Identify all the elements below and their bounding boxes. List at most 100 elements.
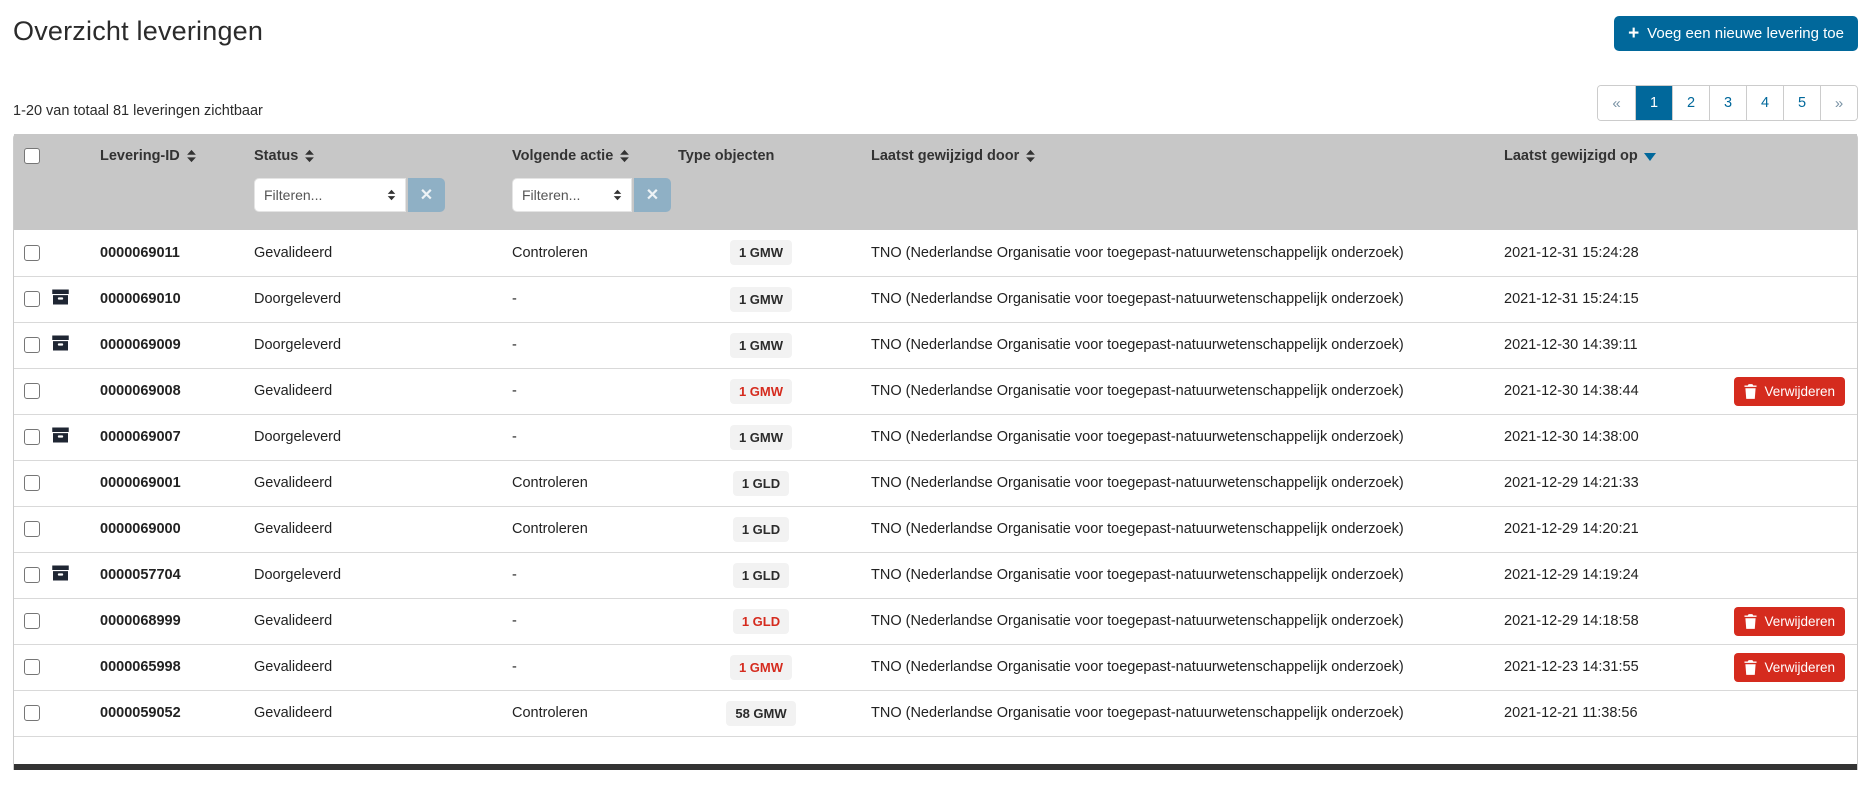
status-cell: Doorgeleverd [244, 414, 502, 460]
column-header-laatst-gewijzigd-door[interactable]: Laatst gewijzigd door [871, 148, 1036, 164]
type-objecten-badge: 58 GMW [726, 701, 795, 726]
status-cell: Gevalideerd [244, 230, 502, 276]
laatst-gewijzigd-op-cell: 2021-12-31 15:24:15 [1494, 276, 1712, 322]
pagination-page-3[interactable]: 3 [1709, 86, 1746, 120]
type-objecten-badge: 1 GLD [733, 471, 789, 496]
table-row: 0000068999 Gevalideerd - 1 GLD TNO (Nede… [14, 598, 1857, 644]
volgende-actie-cell: - [502, 644, 666, 690]
delete-button[interactable]: Verwijderen [1734, 377, 1845, 406]
pagination-page-4[interactable]: 4 [1746, 86, 1783, 120]
delete-button[interactable]: Verwijderen [1734, 607, 1845, 636]
trash-icon [1744, 614, 1757, 629]
partial-row [14, 737, 1857, 764]
type-objecten-badge: 1 GMW [730, 379, 792, 404]
status-cell: Gevalideerd [244, 690, 502, 736]
table-bottom-bar [14, 764, 1857, 770]
type-objecten-badge: 1 GMW [730, 240, 792, 265]
sort-icon [304, 149, 315, 163]
delete-button-label: Verwijderen [1764, 384, 1835, 399]
chevron-up-down-icon [613, 189, 622, 201]
plus-icon: + [1628, 27, 1639, 41]
add-delivery-button[interactable]: + Voeg een nieuwe levering toe [1614, 16, 1858, 51]
laatst-gewijzigd-door-cell: TNO (Nederlandse Organisatie voor toegep… [856, 506, 1494, 552]
laatst-gewijzigd-door-cell: TNO (Nederlandse Organisatie voor toegep… [856, 552, 1494, 598]
table-row: 0000069000 Gevalideerd Controleren 1 GLD… [14, 506, 1857, 552]
column-header-type-objecten: Type objecten [678, 148, 774, 164]
status-cell: Gevalideerd [244, 506, 502, 552]
laatst-gewijzigd-op-cell: 2021-12-30 14:38:00 [1494, 414, 1712, 460]
row-checkbox[interactable] [24, 613, 40, 629]
volgende-actie-cell: Controleren [502, 690, 666, 736]
pagination-prev[interactable]: « [1598, 86, 1635, 120]
page-title: Overzicht leveringen [13, 16, 263, 47]
pagination-page-2[interactable]: 2 [1672, 86, 1709, 120]
row-checkbox[interactable] [24, 429, 40, 445]
status-cell: Doorgeleverd [244, 322, 502, 368]
laatst-gewijzigd-door-cell: TNO (Nederlandse Organisatie voor toegep… [856, 460, 1494, 506]
column-header-volgende-actie[interactable]: Volgende actie [512, 148, 630, 164]
status-cell: Gevalideerd [244, 368, 502, 414]
laatst-gewijzigd-op-cell: 2021-12-21 11:38:56 [1494, 690, 1712, 736]
levering-id-cell: 0000059052 [88, 690, 244, 736]
pagination-page-1[interactable]: 1 [1635, 86, 1672, 120]
results-summary: 1-20 van totaal 81 leveringen zichtbaar [13, 103, 263, 121]
type-objecten-badge: 1 GMW [730, 333, 792, 358]
row-checkbox[interactable] [24, 383, 40, 399]
delete-button[interactable]: Verwijderen [1734, 653, 1845, 682]
volgende-actie-cell: - [502, 552, 666, 598]
table-row: 0000059052 Gevalideerd Controleren 58 GM… [14, 690, 1857, 736]
row-checkbox[interactable] [24, 337, 40, 353]
table-row: 0000069011 Gevalideerd Controleren 1 GMW… [14, 230, 1857, 276]
levering-id-cell: 0000057704 [88, 552, 244, 598]
column-header-laatst-gewijzigd-op[interactable]: Laatst gewijzigd op [1504, 148, 1656, 164]
sort-icon [619, 149, 630, 163]
column-header-levering-id[interactable]: Levering-ID [100, 148, 197, 164]
sort-icon [186, 149, 197, 163]
levering-id-cell: 0000065998 [88, 644, 244, 690]
pagination: « 12345» [1597, 85, 1858, 121]
laatst-gewijzigd-op-cell: 2021-12-31 15:24:28 [1494, 230, 1712, 276]
delete-button-label: Verwijderen [1764, 614, 1835, 629]
laatst-gewijzigd-door-cell: TNO (Nederlandse Organisatie voor toegep… [856, 414, 1494, 460]
volgende-actie-cell: Controleren [502, 506, 666, 552]
summary-row: 1-20 van totaal 81 leveringen zichtbaar … [13, 85, 1858, 121]
deliveries-table: Levering-ID Status Volgende actie Type o… [13, 134, 1858, 770]
row-checkbox[interactable] [24, 475, 40, 491]
table-header-row: Levering-ID Status Volgende actie Type o… [14, 134, 1857, 178]
row-checkbox[interactable] [24, 705, 40, 721]
add-delivery-label: Voeg een nieuwe levering toe [1647, 25, 1844, 42]
page: Overzicht leveringen + Voeg een nieuwe l… [0, 0, 1871, 770]
laatst-gewijzigd-op-cell: 2021-12-29 14:21:33 [1494, 460, 1712, 506]
table-row: 0000057704 Doorgeleverd - 1 GLD TNO (Ned… [14, 552, 1857, 598]
pagination-next[interactable]: » [1820, 86, 1857, 120]
row-checkbox[interactable] [24, 245, 40, 261]
archive-icon [48, 334, 70, 352]
status-cell: Doorgeleverd [244, 552, 502, 598]
levering-id-cell: 0000069011 [88, 230, 244, 276]
status-filter-select[interactable]: Filteren... [254, 178, 406, 212]
row-checkbox[interactable] [24, 521, 40, 537]
laatst-gewijzigd-op-cell: 2021-12-29 14:19:24 [1494, 552, 1712, 598]
archive-icon [48, 288, 70, 306]
archive-icon [48, 426, 70, 444]
table-row: 0000069010 Doorgeleverd - 1 GMW TNO (Ned… [14, 276, 1857, 322]
delete-button-label: Verwijderen [1764, 660, 1835, 675]
select-all-checkbox[interactable] [24, 148, 40, 164]
table-row: 0000069008 Gevalideerd - 1 GMW TNO (Nede… [14, 368, 1857, 414]
volgende-actie-cell: - [502, 322, 666, 368]
row-checkbox[interactable] [24, 567, 40, 583]
laatst-gewijzigd-op-cell: 2021-12-29 14:18:58 [1494, 598, 1712, 644]
trash-icon [1744, 384, 1757, 399]
volgende-actie-filter-select[interactable]: Filteren... [512, 178, 632, 212]
row-checkbox[interactable] [24, 291, 40, 307]
laatst-gewijzigd-door-cell: TNO (Nederlandse Organisatie voor toegep… [856, 598, 1494, 644]
row-checkbox[interactable] [24, 659, 40, 675]
table-row: 0000069001 Gevalideerd Controleren 1 GLD… [14, 460, 1857, 506]
pagination-page-5[interactable]: 5 [1783, 86, 1820, 120]
volgende-actie-filter-clear-button[interactable]: ✕ [634, 178, 671, 212]
column-header-status[interactable]: Status [254, 148, 315, 164]
laatst-gewijzigd-op-cell: 2021-12-30 14:38:44 [1494, 368, 1712, 414]
status-cell: Gevalideerd [244, 460, 502, 506]
status-filter-clear-button[interactable]: ✕ [408, 178, 445, 212]
type-objecten-badge: 1 GMW [730, 425, 792, 450]
